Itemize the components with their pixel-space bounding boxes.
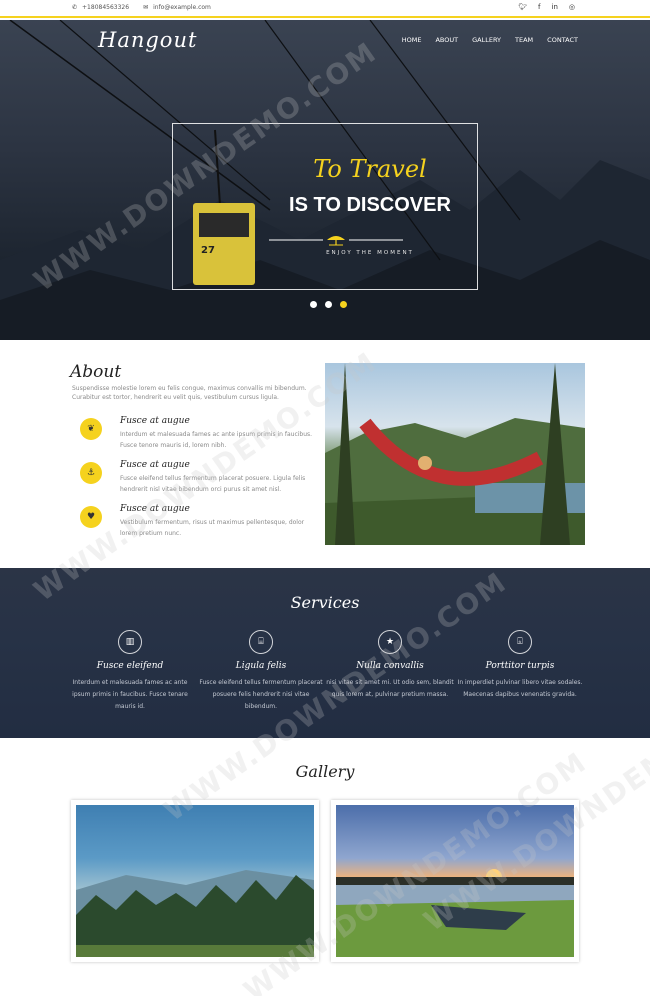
mountain-forest-scene [76,870,314,957]
anchor-icon: ⚓ [80,462,102,484]
service-text: In imperdiet pulvinar libero vitae sodal… [457,679,583,698]
umbrella-divider [269,236,403,246]
hero-text-box: To Travel IS TO DISCOVER ENJOY THE MOMEN… [172,123,478,290]
linkedin-icon[interactable]: in [552,3,558,11]
hero-subtitle: ENJOY THE MOMENT [326,250,414,256]
service-text: Interdum et malesuada fames ac ante ipsu… [72,679,188,710]
gallery-section: Gallery [0,738,650,996]
phone-number: +18084563326 [82,4,130,11]
facebook-icon[interactable]: f [538,3,540,11]
service-text: Fusce eleifend tellus fermentum placerat… [199,679,323,710]
email-address: info@example.com [153,4,211,11]
service-title: Porttitor turpis [485,661,555,671]
nav-team[interactable]: TEAM [515,36,533,44]
gallery-item[interactable] [331,800,579,962]
slider-dots [310,301,347,308]
service-text: nisi vitae sit amet mi. Ut odio sem, bla… [326,679,454,698]
nav-gallery[interactable]: GALLERY [472,36,501,44]
services-section: Services ▥ Fusce eleifend Interdum et ma… [0,568,650,738]
site-logo[interactable]: Hangout [98,28,197,52]
hammock-scene [325,363,585,545]
gallery-image-mountains [76,805,314,957]
about-title: About [70,362,122,382]
hero-title-line2: IS TO DISCOVER [289,194,451,216]
feature-title: Fusce at augue [120,504,190,514]
gallery-item[interactable] [71,800,319,962]
services-title: Services [290,593,360,612]
bed-icon: ⌸ [249,630,273,654]
feature-text: Interdum et malesuada fames ac ante ipsu… [120,431,313,449]
twitter-icon[interactable]: 🐦︎ [518,3,527,11]
nav-contact[interactable]: CONTACT [547,36,578,44]
service-title: Nulla convallis [356,661,424,671]
nav-about[interactable]: ABOUT [435,36,458,44]
boat-sunset-scene [336,869,574,957]
service-title: Fusce eleifend [96,661,164,671]
slider-dot-1[interactable] [310,301,317,308]
about-section: About Suspendisse molestie lorem eu feli… [0,340,650,568]
envelope-icon: ✉ [143,4,149,11]
service-item: ⌸ Ligula felis Fusce eleifend tellus fer… [196,630,326,713]
phone-info[interactable]: ✆ +18084563326 [72,4,129,11]
dribbble-icon[interactable]: ◎ [569,3,575,11]
social-links: 🐦︎ f in ◎ [518,3,575,11]
hero-section: 27 Hangout HOME ABOUT GALLERY TEAM CONTA… [0,20,650,340]
about-lead: Suspendisse molestie lorem eu felis cong… [72,385,307,401]
phone-icon: ✆ [72,4,78,11]
feature-text: Fusce eleifend tellus fermentum placerat… [120,475,306,493]
hero-title-line1: To Travel [313,155,427,183]
gift-icon: ⌺ [508,630,532,654]
service-item: ▥ Fusce eleifend Interdum et malesuada f… [65,630,195,713]
service-title: Ligula felis [235,661,287,671]
building-icon: ▥ [118,630,142,654]
service-item: ⌺ Porttitor turpis In imperdiet pulvinar… [455,630,585,701]
gallery-image-boat-sunset [336,805,574,957]
contact-info: ✆ +18084563326 ✉ info@example.com [72,4,211,11]
leaf-icon: ❦ [80,418,102,440]
service-item: ★ Nulla convallis nisi vitae sit amet mi… [325,630,455,701]
feature-text: Vestibulum fermentum, risus ut maximus p… [120,519,305,537]
feature-title: Fusce at augue [120,416,190,426]
heart-icon: ♥ [80,506,102,528]
about-hammock-image [325,363,585,545]
top-bar: ✆ +18084563326 ✉ info@example.com 🐦︎ f in … [0,0,650,18]
feature-title: Fusce at augue [120,460,190,470]
slider-dot-3[interactable] [340,301,347,308]
slider-dot-2[interactable] [325,301,332,308]
main-nav: HOME ABOUT GALLERY TEAM CONTACT [402,36,578,44]
email-info[interactable]: ✉ info@example.com [143,4,211,11]
gallery-title: Gallery [295,762,355,781]
star-icon: ★ [378,630,402,654]
nav-home[interactable]: HOME [402,36,422,44]
